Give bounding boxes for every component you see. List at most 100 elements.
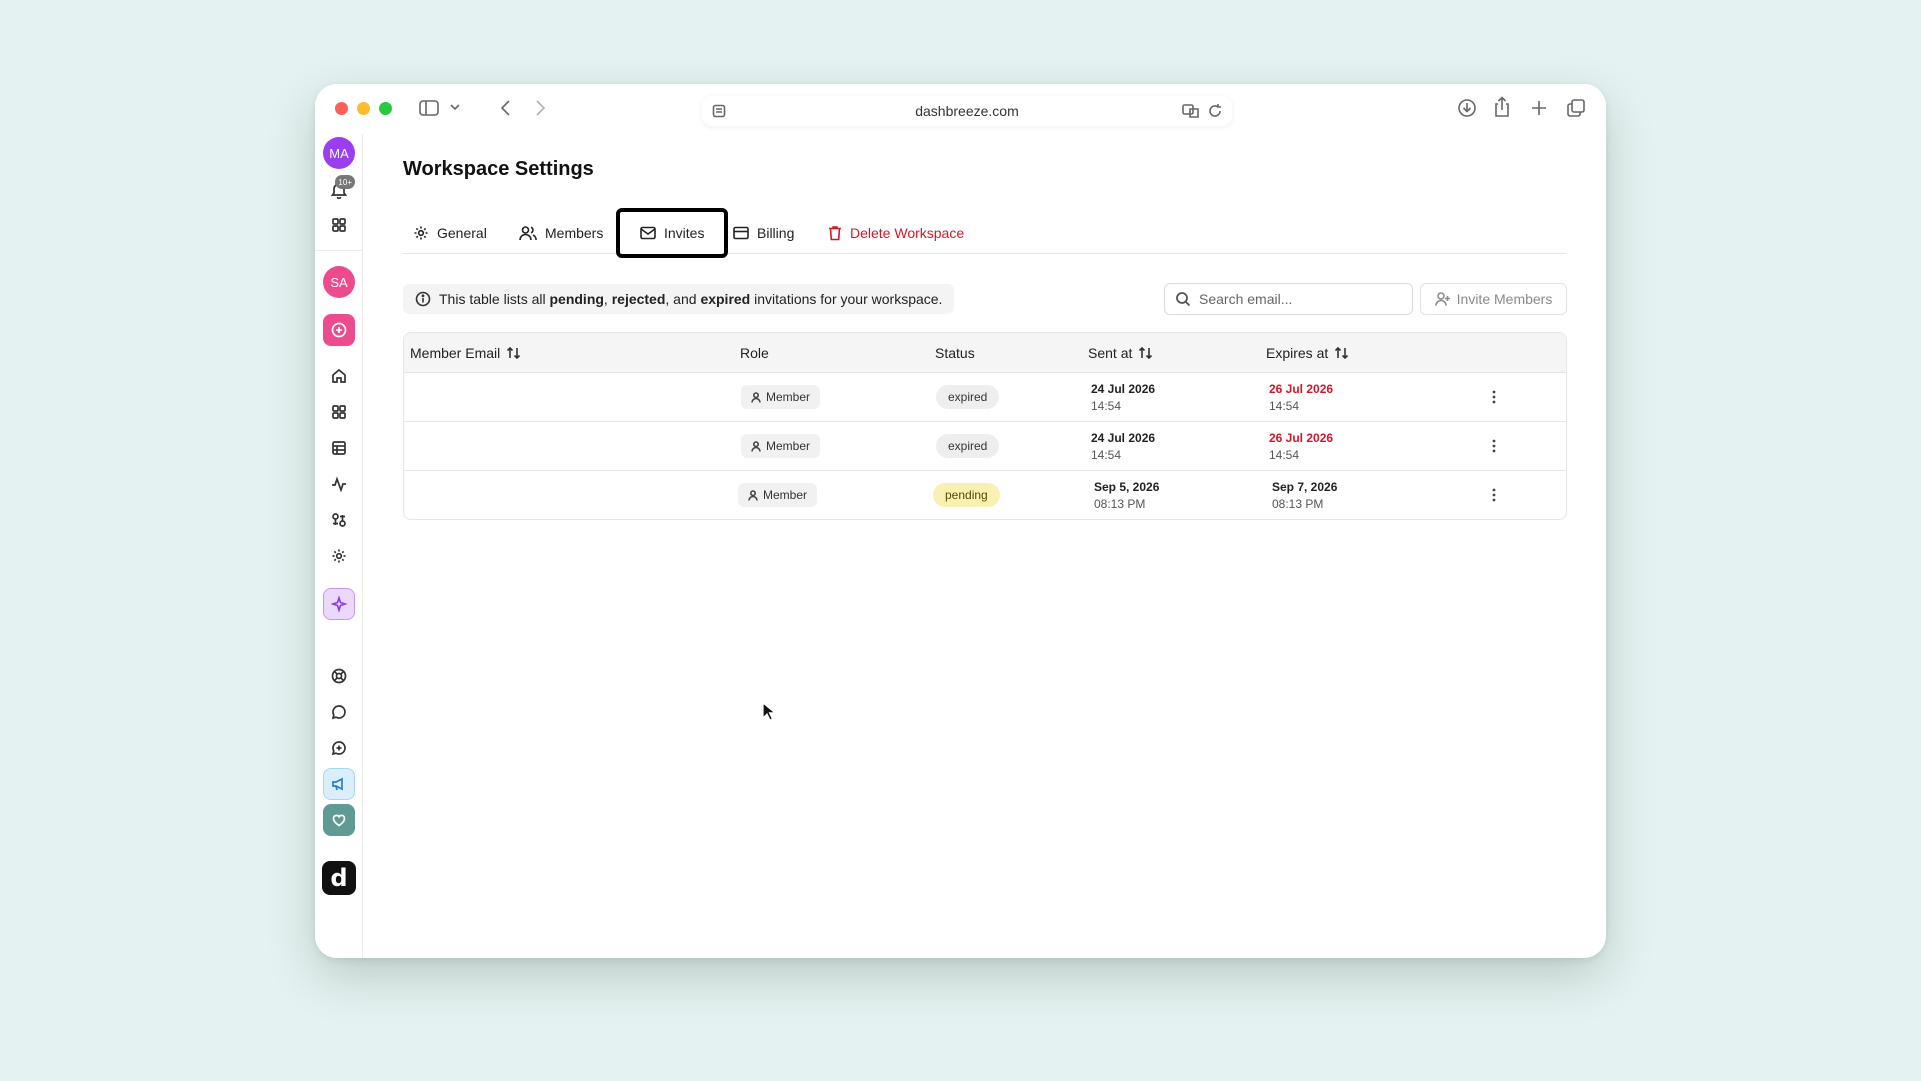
col-status: Status bbox=[935, 345, 975, 361]
role-badge: Member bbox=[741, 385, 821, 409]
apps-button[interactable] bbox=[323, 209, 355, 241]
notifications-button[interactable]: 10+ bbox=[323, 174, 355, 206]
role-badge: Member bbox=[741, 434, 821, 458]
tab-label: Delete Workspace bbox=[850, 225, 965, 241]
grid-icon bbox=[332, 218, 346, 232]
tab-billing[interactable]: Billing bbox=[723, 212, 804, 254]
expires-at-cell: 26 Jul 2026 14:54 bbox=[1269, 431, 1334, 462]
browser-window: dashbreeze.com MA 10+ SA d Workspace Set… bbox=[315, 84, 1606, 958]
row-actions-button[interactable] bbox=[1482, 483, 1506, 507]
info-icon bbox=[415, 291, 431, 307]
rail-divider bbox=[315, 250, 363, 251]
tab-label: Invites bbox=[664, 225, 705, 241]
browser-toolbar: dashbreeze.com bbox=[315, 84, 1606, 134]
maximize-window-button[interactable] bbox=[379, 102, 392, 115]
invite-members-button[interactable]: Invite Members bbox=[1420, 283, 1567, 315]
logo-letter: d bbox=[330, 864, 348, 892]
chat-nav-button[interactable] bbox=[323, 696, 355, 728]
help-icon bbox=[331, 668, 347, 684]
user-icon bbox=[748, 489, 758, 501]
info-banner: This table lists all pending, rejected, … bbox=[403, 284, 955, 314]
search-input[interactable] bbox=[1199, 291, 1399, 307]
table-header: Member Email Role Status Sent at Expires… bbox=[404, 333, 1566, 373]
user-icon bbox=[751, 391, 761, 403]
reload-icon[interactable] bbox=[1208, 103, 1222, 119]
translate-icon[interactable] bbox=[1182, 103, 1200, 119]
row-actions-button[interactable] bbox=[1482, 434, 1506, 458]
sidebar-toggle-icon[interactable] bbox=[419, 99, 439, 117]
megaphone-icon bbox=[332, 777, 343, 791]
url-text: dashbreeze.com bbox=[915, 103, 1019, 119]
share-icon[interactable] bbox=[1493, 96, 1511, 118]
expires-at-cell: Sep 7, 2026 08:13 PM bbox=[1272, 480, 1338, 511]
status-badge: expired bbox=[936, 385, 1000, 409]
more-vertical-icon bbox=[1492, 390, 1496, 404]
tables-nav-button[interactable] bbox=[323, 432, 355, 464]
feedback-button[interactable] bbox=[323, 804, 355, 836]
user-avatar-button[interactable]: MA bbox=[323, 137, 355, 169]
dashboards-nav-button[interactable] bbox=[323, 396, 355, 428]
sparkles-icon bbox=[331, 596, 347, 612]
heart-icon bbox=[332, 814, 346, 827]
integrations-icon bbox=[332, 513, 346, 527]
sort-icon bbox=[507, 346, 521, 360]
row-actions-button[interactable] bbox=[1482, 385, 1506, 409]
users-icon bbox=[519, 226, 537, 241]
address-bar[interactable]: dashbreeze.com bbox=[702, 96, 1232, 126]
more-vertical-icon bbox=[1492, 439, 1496, 453]
home-icon bbox=[332, 368, 346, 383]
tab-general[interactable]: General bbox=[403, 212, 497, 254]
expires-at-cell: 26 Jul 2026 14:54 bbox=[1269, 382, 1334, 413]
table-row: Member expired 24 Jul 2026 14:54 26 Jul … bbox=[404, 373, 1566, 422]
home-nav-button[interactable] bbox=[323, 360, 355, 392]
user-icon bbox=[751, 440, 761, 452]
avatar: SA bbox=[323, 266, 355, 298]
add-user-icon bbox=[1434, 292, 1450, 306]
gear-icon bbox=[332, 549, 346, 563]
invites-table: Member Email Role Status Sent at Expires… bbox=[403, 332, 1567, 520]
search-icon bbox=[1176, 292, 1191, 307]
back-arrow-icon[interactable] bbox=[499, 98, 513, 118]
ai-assistant-button[interactable] bbox=[323, 588, 355, 620]
sort-icon bbox=[1139, 346, 1153, 360]
chevron-down-icon[interactable] bbox=[449, 101, 461, 113]
col-sent-at[interactable]: Sent at bbox=[1088, 333, 1154, 373]
app-logo[interactable]: d bbox=[322, 861, 356, 895]
role-badge: Member bbox=[738, 483, 818, 507]
more-vertical-icon bbox=[1492, 488, 1496, 502]
minimize-window-button[interactable] bbox=[357, 102, 370, 115]
tab-overview-icon[interactable] bbox=[1566, 98, 1586, 118]
search-email-field[interactable] bbox=[1164, 283, 1413, 315]
sent-at-cell: Sep 5, 2026 08:13 PM bbox=[1094, 480, 1160, 511]
activity-icon bbox=[332, 476, 346, 492]
forward-arrow-icon[interactable] bbox=[533, 98, 547, 118]
integrations-nav-button[interactable] bbox=[323, 504, 355, 536]
tab-delete-workspace[interactable]: Delete Workspace bbox=[818, 212, 974, 254]
page-settings-icon[interactable] bbox=[712, 104, 726, 118]
invite-members-label: Invite Members bbox=[1456, 291, 1553, 307]
add-workspace-button[interactable] bbox=[323, 314, 355, 346]
tab-members[interactable]: Members bbox=[509, 212, 613, 254]
mail-icon bbox=[640, 226, 656, 240]
announcements-button[interactable] bbox=[323, 768, 355, 800]
new-tab-icon[interactable] bbox=[1530, 99, 1548, 117]
activity-nav-button[interactable] bbox=[323, 468, 355, 500]
add-nav-button[interactable] bbox=[323, 732, 355, 764]
app-sidebar: MA 10+ SA d bbox=[315, 134, 363, 958]
download-icon[interactable] bbox=[1457, 98, 1477, 118]
status-badge: expired bbox=[936, 434, 1000, 458]
settings-nav-button[interactable] bbox=[323, 540, 355, 572]
help-nav-button[interactable] bbox=[323, 660, 355, 692]
sort-icon bbox=[1335, 346, 1349, 360]
close-window-button[interactable] bbox=[335, 102, 348, 115]
workspace-avatar-button[interactable]: SA bbox=[323, 266, 355, 298]
sent-at-cell: 24 Jul 2026 14:54 bbox=[1091, 431, 1156, 462]
avatar: MA bbox=[323, 137, 355, 169]
col-expires-at[interactable]: Expires at bbox=[1266, 333, 1350, 373]
credit-card-icon bbox=[733, 226, 749, 240]
col-role: Role bbox=[740, 345, 769, 361]
add-circle-icon bbox=[331, 741, 346, 756]
tab-invites[interactable]: Invites bbox=[616, 208, 729, 258]
col-member-email[interactable]: Member Email bbox=[410, 333, 522, 373]
status-badge: pending bbox=[933, 483, 1000, 507]
